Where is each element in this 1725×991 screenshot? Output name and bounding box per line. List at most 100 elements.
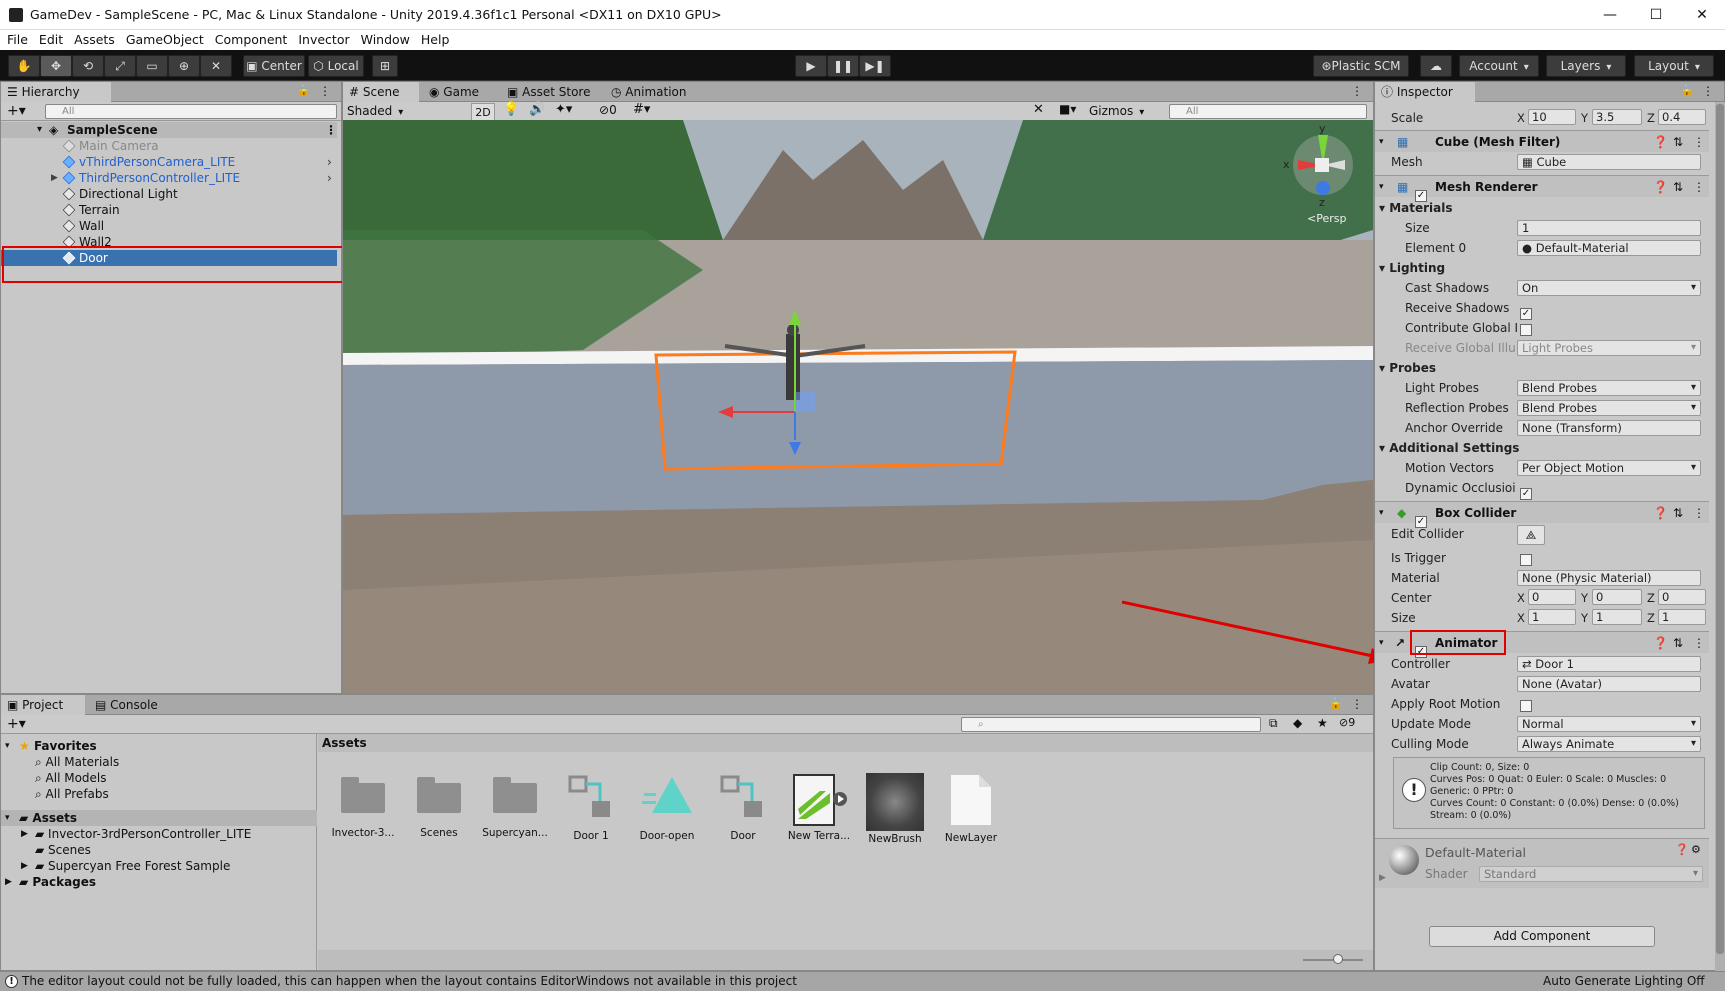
favorites-node[interactable]: ▾ ★ Favorites [1,738,337,754]
hierarchy-item-directional-light[interactable]: Directional Light [1,186,337,202]
move-tool-icon[interactable]: ✥ [40,55,72,77]
create-add-icon[interactable]: +▾ [7,716,26,732]
help-icon[interactable]: ❓ [1653,176,1668,198]
favorite-all-materials[interactable]: ⌕ All Materials [1,754,337,770]
gizmos-dropdown[interactable]: Gizmos [1089,103,1144,121]
scale-y-field[interactable]: 3.5 [1592,109,1642,125]
transform-tool-icon[interactable]: ⊕ [168,55,200,77]
scene-menu-icon[interactable]: ⋮ [325,122,337,138]
help-icon[interactable]: ❓ [1675,843,1689,856]
is-trigger-checkbox[interactable] [1520,551,1532,569]
lighting-section[interactable]: ▾ Lighting [1375,259,1709,277]
tab-console[interactable]: ▤ Console [89,695,169,715]
preset-icon[interactable]: ⇅ [1673,502,1683,524]
apply-root-motion-checkbox[interactable] [1520,697,1532,715]
pivot-center-toggle[interactable]: ▣ Center [243,55,305,77]
tab-hierarchy[interactable]: ☰ Hierarchy [1,82,111,102]
grid-snap-icon[interactable]: ⊞ [372,55,398,77]
component-menu-icon[interactable]: ⋮ [1693,176,1705,198]
hand-tool-icon[interactable]: ✋ [8,55,40,77]
component-menu-icon[interactable]: ⋮ [1693,502,1705,524]
asset-new-brush[interactable]: NewBrush [860,773,930,845]
panel-menu-icon[interactable]: ⋮ [1351,84,1363,98]
tab-asset-store[interactable]: ▣ Asset Store [501,82,601,102]
expand-arrow-icon[interactable]: ▶ [21,858,28,874]
menu-file[interactable]: File [3,30,32,50]
asset-door1-controller[interactable]: Door 1 [556,773,626,842]
asset-door-controller[interactable]: Door [708,773,778,842]
orientation-z-cone[interactable] [1316,181,1330,195]
effects-toggle-icon[interactable]: ✦▾ [555,102,572,117]
help-icon[interactable]: ❓ [1653,131,1668,153]
panel-menu-icon[interactable]: ⋮ [319,84,331,98]
collider-material-field[interactable]: None (Physic Material) [1517,570,1701,586]
project-search-input[interactable]: ⌕ [961,717,1261,732]
cast-shadows-dropdown[interactable]: On [1517,280,1701,296]
mesh-field[interactable]: ▦ Cube [1517,154,1701,170]
move-gizmo-plane[interactable] [795,392,815,412]
icon-size-slider-knob[interactable] [1333,954,1343,964]
favorite-all-prefabs[interactable]: ⌕ All Prefabs [1,786,337,802]
update-mode-dropdown[interactable]: Normal [1517,716,1701,732]
asset-invector-folder[interactable]: Invector-3... [328,773,398,839]
size-z-field[interactable]: 1 [1658,609,1706,625]
motion-vectors-dropdown[interactable]: Per Object Motion [1517,460,1701,476]
persp-label[interactable]: <Persp [1307,212,1346,225]
pivot-local-toggle[interactable]: ⬡ Local [308,55,364,77]
component-menu-icon[interactable]: ⋮ [1693,632,1705,654]
contribute-gi-checkbox[interactable] [1520,321,1532,339]
avatar-field[interactable]: None (Avatar) [1517,676,1701,692]
filter-label-icon[interactable]: ◆ [1293,716,1302,730]
maximize-button[interactable]: ☐ [1633,0,1679,30]
scene-search-input[interactable]: All [1169,104,1367,119]
materials-size-field[interactable]: 1 [1517,220,1701,236]
folder-scenes[interactable]: ▰ Scenes [1,842,337,858]
expand-arrow-icon[interactable]: ▶ [1379,873,1386,883]
center-y-field[interactable]: 0 [1592,589,1642,605]
step-button[interactable]: ▶❚ [859,55,891,77]
folder-supercyan[interactable]: ▶ ▰ Supercyan Free Forest Sample [1,858,337,874]
center-x-field[interactable]: 0 [1528,589,1576,605]
create-add-icon[interactable]: +▾ [7,103,26,119]
receive-shadows-checkbox[interactable]: ✓ [1520,301,1532,320]
status-message[interactable]: The editor layout could not be fully loa… [22,974,797,988]
preset-icon[interactable]: ⇅ [1673,632,1683,654]
mesh-renderer-header[interactable]: ▾ ▦ ✓ Mesh Renderer ❓ ⇅ ⋮ [1375,175,1709,202]
rect-tool-icon[interactable]: ▭ [136,55,168,77]
preset-icon[interactable]: ⇅ [1673,131,1683,153]
layers-dropdown[interactable]: Layers [1546,55,1626,77]
probes-section[interactable]: ▾ Probes [1375,359,1709,377]
play-button[interactable]: ▶ [795,55,827,77]
scale-z-field[interactable]: 0.4 [1658,109,1706,125]
scene-root-row[interactable]: ▾ ◈ SampleScene ⋮ [1,122,337,138]
center-z-field[interactable]: 0 [1658,589,1706,605]
lock-icon[interactable]: 🔒 [297,84,311,97]
shader-dropdown[interactable]: Standard ▾ [1479,866,1703,882]
menu-window[interactable]: Window [357,30,414,50]
lock-icon[interactable]: 🔒 [1329,697,1343,710]
tab-scene[interactable]: # Scene [343,82,419,102]
inspector-scrollbar[interactable] [1715,102,1725,972]
size-y-field[interactable]: 1 [1592,609,1642,625]
component-menu-icon[interactable]: ⋮ [1693,131,1705,153]
materials-section[interactable]: ▾ Materials [1375,199,1709,217]
plastic-scm-button[interactable]: ⊛Plastic SCM [1313,55,1409,77]
asset-door-open-clip[interactable]: Door-open [632,773,702,842]
lighting-toggle-icon[interactable]: 💡 [503,102,519,117]
panel-menu-icon[interactable]: ⋮ [1702,84,1714,98]
gear-icon[interactable]: ⚙ [1691,843,1701,856]
hierarchy-item-main-camera[interactable]: Main Camera [1,138,337,154]
tab-project[interactable]: ▣ Project [1,695,85,715]
hierarchy-item-wall[interactable]: Wall [1,218,337,234]
element0-field[interactable]: ● Default-Material [1517,240,1701,256]
box-collider-header[interactable]: ▾ ◆ ✓ Box Collider ❓ ⇅ ⋮ [1375,501,1709,528]
light-probes-dropdown[interactable]: Blend Probes [1517,380,1701,396]
scale-x-field[interactable]: 10 [1528,109,1576,125]
edit-collider-button[interactable]: ⟁ [1517,525,1545,545]
asset-new-terrain[interactable]: New Terra... [784,773,854,842]
close-button[interactable]: ✕ [1679,0,1725,30]
additional-settings-section[interactable]: ▾ Additional Settings [1375,439,1709,457]
expand-arrow-icon[interactable]: ▶ [51,170,58,186]
expand-arrow-icon[interactable]: ▶ [5,874,12,890]
asset-supercyan-folder[interactable]: Supercyan... [480,773,550,839]
